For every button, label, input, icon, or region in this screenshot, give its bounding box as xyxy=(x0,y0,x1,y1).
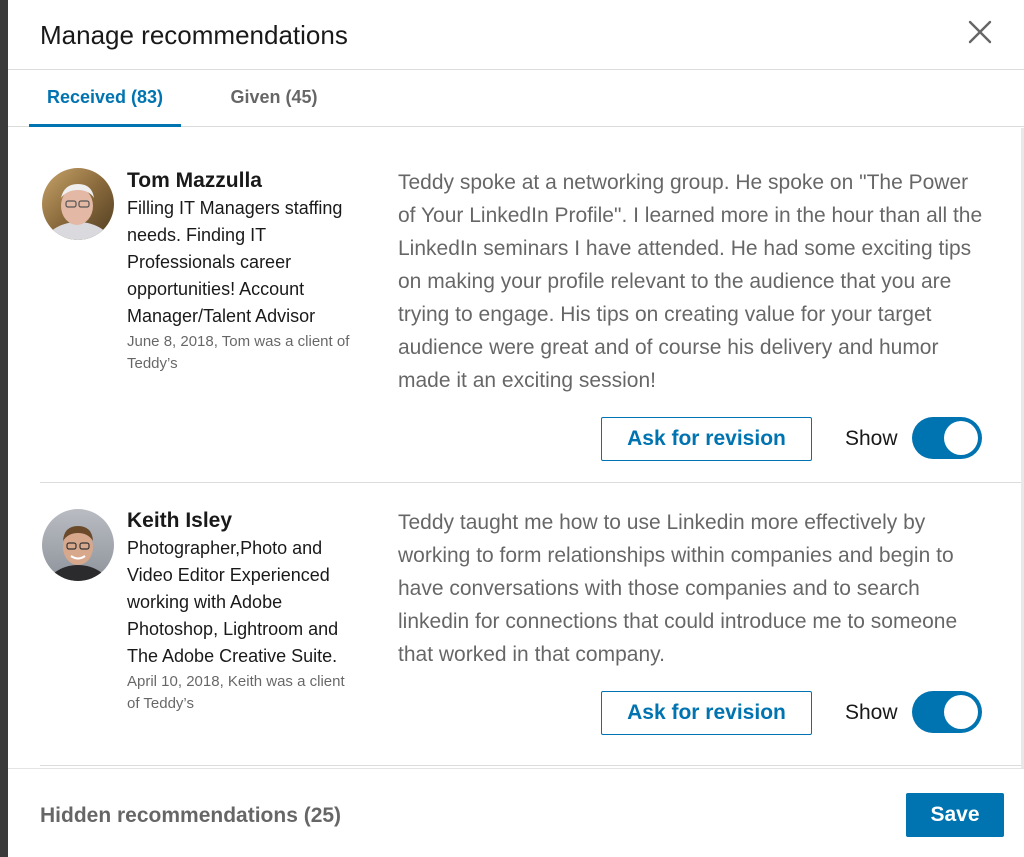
recommender-info: Keith Isley Photographer,Photo and Video… xyxy=(127,507,359,715)
recommender-headline: Filling IT Managers staffing needs. Find… xyxy=(127,198,343,326)
show-toggle[interactable] xyxy=(912,417,982,459)
avatar[interactable] xyxy=(42,509,114,581)
modal-header: Manage recommendations xyxy=(8,0,1024,70)
recommender-name[interactable]: Keith Isley xyxy=(127,507,359,535)
recommendation-meta: June 8, 2018, Tom was a client of Teddy’… xyxy=(127,333,350,372)
recommendation-text: Teddy spoke at a networking group. He sp… xyxy=(398,171,983,392)
tab-received[interactable]: Received (83) xyxy=(29,71,181,127)
toggle-knob xyxy=(944,695,978,729)
save-button[interactable]: Save xyxy=(906,793,1004,837)
recommendation-item: Tom Mazzulla Filling IT Managers staffin… xyxy=(40,128,1024,483)
show-label: Show xyxy=(845,701,898,724)
modal-title: Manage recommendations xyxy=(40,20,348,50)
tab-given[interactable]: Given (45) xyxy=(220,71,328,127)
manage-recommendations-modal: Manage recommendations Received (83) Giv… xyxy=(8,0,1024,857)
hidden-recommendations-link[interactable]: Hidden recommendations (25) xyxy=(40,802,341,830)
close-icon[interactable] xyxy=(964,16,996,48)
recommendation-meta: April 10, 2018, Keith was a client of Te… xyxy=(127,673,345,712)
avatar[interactable] xyxy=(42,168,114,240)
recommender-headline: Photographer,Photo and Video Editor Expe… xyxy=(127,538,339,666)
ask-for-revision-button[interactable]: Ask for revision xyxy=(601,417,812,461)
modal-footer: Hidden recommendations (25) Save xyxy=(8,768,1024,857)
show-toggle[interactable] xyxy=(912,691,982,733)
ask-for-revision-button[interactable]: Ask for revision xyxy=(601,691,812,735)
recommender-name[interactable]: Tom Mazzulla xyxy=(127,167,359,195)
tab-bar: Received (83) Given (45) xyxy=(8,71,1024,127)
recommendation-item: Keith Isley Photographer,Photo and Video… xyxy=(40,484,1024,766)
toggle-knob xyxy=(944,421,978,455)
recommendation-text: Teddy taught me how to use Linkedin more… xyxy=(398,511,958,666)
recommender-info: Tom Mazzulla Filling IT Managers staffin… xyxy=(127,167,359,375)
show-label: Show xyxy=(845,427,898,450)
